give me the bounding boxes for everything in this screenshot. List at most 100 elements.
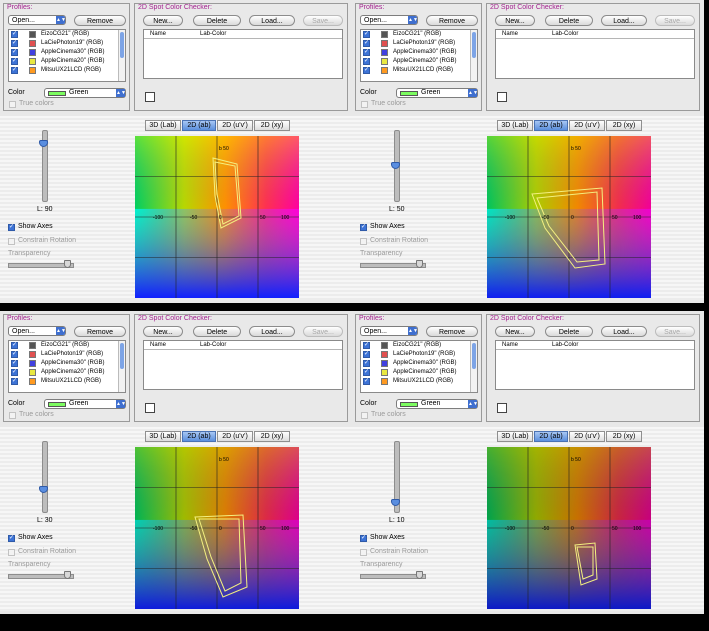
- show-axes-checkbox[interactable]: ✓: [8, 535, 15, 542]
- scroll-thumb[interactable]: [472, 32, 476, 58]
- profile-row[interactable]: ✓ EizoCG21" (RGB): [361, 30, 477, 39]
- open-profile-popup[interactable]: Open... ▲▼: [8, 15, 66, 25]
- color-popup[interactable]: Green ▲▼: [396, 399, 478, 409]
- profile-checkbox[interactable]: ✓: [11, 360, 18, 367]
- scroll-thumb[interactable]: [472, 343, 476, 369]
- profile-list[interactable]: ✓ EizoCG21" (RGB) ✓ LaCiePhoton19" (RGB) ✓ Ap…: [8, 29, 126, 82]
- profile-checkbox[interactable]: ✓: [363, 58, 370, 65]
- profile-row[interactable]: ✓ MitsuUX21LCD (RGB): [361, 377, 477, 386]
- profile-row[interactable]: ✓ AppleCinema30" (RGB): [361, 359, 477, 368]
- profile-row[interactable]: ✓ AppleCinema20" (RGB): [9, 368, 125, 377]
- lightness-slider-track[interactable]: [42, 441, 48, 513]
- profile-checkbox[interactable]: ✓: [363, 40, 370, 47]
- remove-button[interactable]: Remove: [74, 326, 126, 337]
- spot-checkbox[interactable]: [497, 403, 507, 413]
- profile-row[interactable]: ✓ LaCiePhoton19" (RGB): [9, 39, 125, 48]
- tab-2d-xy[interactable]: 2D (xy): [606, 431, 642, 442]
- tab-3d-lab[interactable]: 3D (Lab): [145, 431, 181, 442]
- profile-row[interactable]: ✓ MitsuUX21LCD (RGB): [9, 377, 125, 386]
- save-button[interactable]: Save...: [303, 326, 343, 337]
- ab-gamut-plot[interactable]: b 50 -100 -50 0 50 100: [487, 136, 651, 298]
- save-button[interactable]: Save...: [655, 15, 695, 26]
- spot-checkbox[interactable]: [145, 92, 155, 102]
- profile-checkbox[interactable]: ✓: [363, 369, 370, 376]
- open-profile-popup[interactable]: Open... ▲▼: [8, 326, 66, 336]
- profile-row[interactable]: ✓ LaCiePhoton19" (RGB): [9, 350, 125, 359]
- true-colors-checkbox[interactable]: [361, 412, 368, 419]
- scroll-thumb[interactable]: [120, 343, 124, 369]
- tab-2d-uv[interactable]: 2D (u'v'): [217, 120, 253, 131]
- color-popup[interactable]: Green ▲▼: [44, 88, 126, 98]
- spot-checkbox[interactable]: [145, 403, 155, 413]
- new-button[interactable]: New...: [143, 326, 183, 337]
- profile-list-scrollbar[interactable]: [470, 30, 477, 81]
- profile-row[interactable]: ✓ AppleCinema20" (RGB): [361, 57, 477, 66]
- open-profile-popup[interactable]: Open... ▲▼: [360, 326, 418, 336]
- remove-button[interactable]: Remove: [426, 326, 478, 337]
- tab-2d-uv[interactable]: 2D (u'v'): [569, 120, 605, 131]
- new-button[interactable]: New...: [495, 15, 535, 26]
- profile-checkbox[interactable]: ✓: [11, 342, 18, 349]
- tab-2d-uv[interactable]: 2D (u'v'): [217, 431, 253, 442]
- tab-3d-lab[interactable]: 3D (Lab): [145, 120, 181, 131]
- profile-checkbox[interactable]: ✓: [363, 360, 370, 367]
- constrain-rotation-checkbox[interactable]: [8, 238, 15, 245]
- color-popup[interactable]: Green ▲▼: [396, 88, 478, 98]
- tab-3d-lab[interactable]: 3D (Lab): [497, 120, 533, 131]
- new-button[interactable]: New...: [143, 15, 183, 26]
- tab-2d-ab[interactable]: 2D (ab): [534, 120, 568, 131]
- profile-list[interactable]: ✓ EizoCG21" (RGB) ✓ LaCiePhoton19" (RGB) ✓ Ap…: [360, 340, 478, 393]
- load-button[interactable]: Load...: [249, 15, 295, 26]
- profile-row[interactable]: ✓ MitsuUX21LCD (RGB): [361, 66, 477, 75]
- new-button[interactable]: New...: [495, 326, 535, 337]
- profile-row[interactable]: ✓ AppleCinema20" (RGB): [361, 368, 477, 377]
- remove-button[interactable]: Remove: [74, 15, 126, 26]
- profile-row[interactable]: ✓ LaCiePhoton19" (RGB): [361, 39, 477, 48]
- show-axes-checkbox[interactable]: ✓: [360, 535, 367, 542]
- profile-row[interactable]: ✓ EizoCG21" (RGB): [9, 30, 125, 39]
- profile-row[interactable]: ✓ AppleCinema30" (RGB): [9, 359, 125, 368]
- save-button[interactable]: Save...: [655, 326, 695, 337]
- tab-2d-ab[interactable]: 2D (ab): [182, 120, 216, 131]
- profile-checkbox[interactable]: ✓: [363, 378, 370, 385]
- profile-row[interactable]: ✓ AppleCinema30" (RGB): [9, 48, 125, 57]
- profile-list[interactable]: ✓ EizoCG21" (RGB) ✓ LaCiePhoton19" (RGB) ✓ Ap…: [8, 340, 126, 393]
- open-profile-popup[interactable]: Open... ▲▼: [360, 15, 418, 25]
- profile-row[interactable]: ✓ AppleCinema20" (RGB): [9, 57, 125, 66]
- transparency-slider-knob[interactable]: [416, 260, 423, 268]
- profile-list-scrollbar[interactable]: [118, 30, 125, 81]
- profile-checkbox[interactable]: ✓: [11, 369, 18, 376]
- profile-checkbox[interactable]: ✓: [363, 49, 370, 56]
- load-button[interactable]: Load...: [601, 15, 647, 26]
- show-axes-checkbox[interactable]: ✓: [8, 224, 15, 231]
- profile-row[interactable]: ✓ MitsuUX21LCD (RGB): [9, 66, 125, 75]
- tab-2d-xy[interactable]: 2D (xy): [254, 431, 290, 442]
- profile-row[interactable]: ✓ LaCiePhoton19" (RGB): [361, 350, 477, 359]
- transparency-slider-knob[interactable]: [64, 260, 71, 268]
- ab-gamut-plot[interactable]: b 50 -100 -50 0 50 100: [135, 136, 299, 298]
- tab-2d-uv[interactable]: 2D (u'v'): [569, 431, 605, 442]
- profile-checkbox[interactable]: ✓: [363, 67, 370, 74]
- true-colors-checkbox[interactable]: [361, 101, 368, 108]
- profile-row[interactable]: ✓ EizoCG21" (RGB): [9, 341, 125, 350]
- constrain-rotation-checkbox[interactable]: [360, 549, 367, 556]
- spot-checkbox[interactable]: [497, 92, 507, 102]
- profile-row[interactable]: ✓ EizoCG21" (RGB): [361, 341, 477, 350]
- profile-list-scrollbar[interactable]: [118, 341, 125, 392]
- profile-row[interactable]: ✓ AppleCinema30" (RGB): [361, 48, 477, 57]
- profile-checkbox[interactable]: ✓: [11, 49, 18, 56]
- delete-button[interactable]: Delete: [193, 326, 241, 337]
- true-colors-checkbox[interactable]: [9, 101, 16, 108]
- spot-color-table[interactable]: Name Lab-Color: [495, 29, 695, 79]
- profile-checkbox[interactable]: ✓: [11, 31, 18, 38]
- tab-2d-ab[interactable]: 2D (ab): [534, 431, 568, 442]
- load-button[interactable]: Load...: [249, 326, 295, 337]
- tab-2d-xy[interactable]: 2D (xy): [606, 120, 642, 131]
- remove-button[interactable]: Remove: [426, 15, 478, 26]
- profile-checkbox[interactable]: ✓: [11, 67, 18, 74]
- transparency-slider-knob[interactable]: [416, 571, 423, 579]
- delete-button[interactable]: Delete: [545, 15, 593, 26]
- profile-checkbox[interactable]: ✓: [11, 58, 18, 65]
- tab-3d-lab[interactable]: 3D (Lab): [497, 431, 533, 442]
- tab-2d-xy[interactable]: 2D (xy): [254, 120, 290, 131]
